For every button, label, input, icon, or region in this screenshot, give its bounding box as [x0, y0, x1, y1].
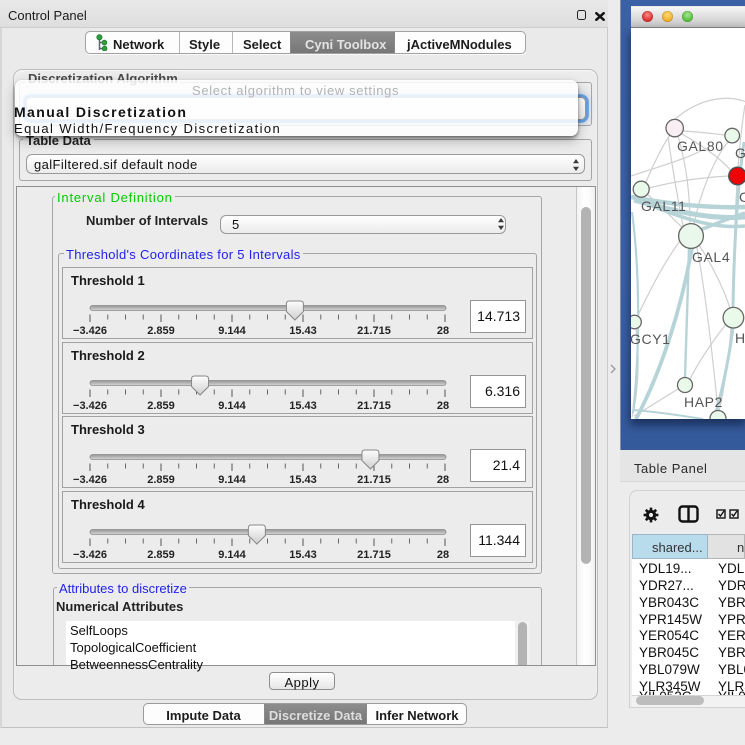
svg-text:9.144: 9.144 [218, 400, 246, 412]
svg-text:28: 28 [437, 325, 449, 337]
svg-text:9.144: 9.144 [218, 325, 246, 337]
svg-text:21.715: 21.715 [357, 474, 391, 486]
svg-text:21.715: 21.715 [357, 549, 391, 561]
svg-text:15.43: 15.43 [289, 325, 317, 337]
svg-text:15.43: 15.43 [289, 474, 317, 486]
svg-text:C: C [739, 189, 745, 205]
svg-text:GCY1: GCY1 [631, 331, 671, 347]
svg-text:GAL11: GAL11 [641, 198, 687, 214]
svg-text:21.715: 21.715 [357, 325, 391, 337]
svg-text:GAL4: GAL4 [692, 249, 730, 265]
svg-text:−3.426: −3.426 [73, 400, 107, 412]
svg-text:28: 28 [437, 474, 449, 486]
svg-text:15.43: 15.43 [289, 549, 317, 561]
svg-text:9.144: 9.144 [218, 549, 246, 561]
svg-text:2.859: 2.859 [147, 325, 175, 337]
svg-text:H: H [735, 330, 745, 346]
svg-text:28: 28 [437, 400, 449, 412]
svg-text:28: 28 [437, 549, 449, 561]
svg-text:−3.426: −3.426 [73, 325, 107, 337]
svg-text:2.859: 2.859 [147, 474, 175, 486]
svg-text:−3.426: −3.426 [73, 549, 107, 561]
svg-text:−3.426: −3.426 [73, 474, 107, 486]
svg-text:15.43: 15.43 [289, 400, 317, 412]
svg-text:GA: GA [735, 145, 745, 161]
svg-text:2.859: 2.859 [147, 400, 175, 412]
svg-text:9.144: 9.144 [218, 474, 246, 486]
svg-text:GAL80: GAL80 [677, 138, 724, 154]
svg-text:2.859: 2.859 [147, 549, 175, 561]
svg-text:HAP2: HAP2 [684, 394, 723, 410]
svg-text:21.715: 21.715 [357, 400, 391, 412]
